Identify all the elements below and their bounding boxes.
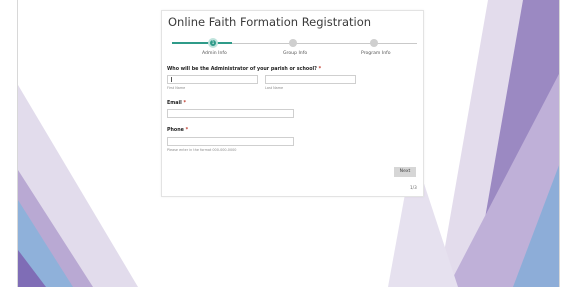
page-viewport: Online Faith Formation Registration 1 Ad…: [17, 0, 560, 287]
required-marker: *: [183, 101, 186, 106]
phone-input[interactable]: [167, 137, 294, 146]
registration-form-card: Online Faith Formation Registration 1 Ad…: [161, 10, 424, 197]
form-title: Online Faith Formation Registration: [168, 15, 372, 29]
step-1-label: Admin Info: [202, 51, 227, 56]
email-input[interactable]: [167, 109, 294, 118]
last-name-hint: Last Name: [265, 86, 284, 90]
next-button[interactable]: Next: [394, 167, 416, 177]
text-cursor: [171, 77, 172, 82]
administrator-question: Who will be the Administrator of your pa…: [167, 67, 321, 72]
step-2-indicator[interactable]: [289, 39, 297, 47]
administrator-question-text: Who will be the Administrator of your pa…: [167, 67, 317, 72]
step-1-indicator[interactable]: 1: [208, 38, 218, 48]
step-2-label: Group Info: [283, 51, 308, 56]
email-label-text: Email: [167, 101, 182, 106]
step-3-indicator[interactable]: [370, 39, 378, 47]
phone-label: Phone *: [167, 128, 188, 133]
last-name-input[interactable]: [265, 75, 356, 84]
first-name-input[interactable]: [167, 75, 258, 84]
progress-fill: [172, 42, 232, 44]
phone-format-hint: Please enter in the format 000-000-0000: [167, 148, 237, 152]
step-1-number: 1: [211, 40, 215, 45]
phone-label-text: Phone: [167, 128, 184, 133]
required-marker: *: [185, 128, 189, 133]
step-3-label: Program Info: [361, 51, 391, 56]
email-label: Email *: [167, 101, 186, 106]
page-counter: 1/3: [410, 185, 417, 190]
required-marker: *: [318, 67, 322, 72]
first-name-hint: First Name: [167, 86, 186, 90]
